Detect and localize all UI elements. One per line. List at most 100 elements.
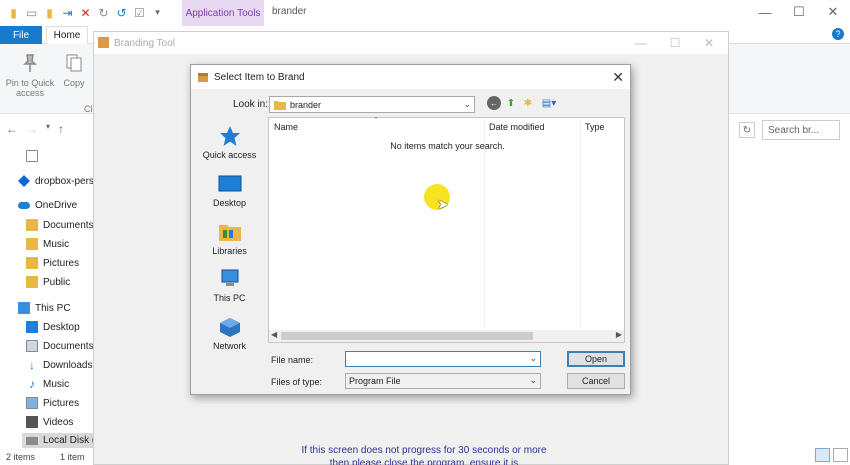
status-item-count: 2 items <box>6 452 36 462</box>
minimize-icon[interactable]: — <box>748 0 782 24</box>
minimize-icon[interactable]: — <box>624 35 658 51</box>
sidebar-item-downloads[interactable]: ↓ Downloads <box>26 359 92 371</box>
look-in-label: Look in: <box>233 99 269 110</box>
checkmark-icon[interactable]: ☑ <box>132 5 147 20</box>
place-network[interactable]: Network <box>197 316 262 351</box>
close-icon[interactable]: ✕ <box>692 35 726 51</box>
pin-icon <box>23 54 37 72</box>
folder-icon[interactable]: ▮ <box>6 5 21 20</box>
forward-arrow-icon[interactable]: → <box>26 122 38 136</box>
sidebar-item-label: Videos <box>43 416 74 428</box>
window-controls: — ☐ ✕ <box>624 35 726 51</box>
close-icon[interactable]: ✕ <box>612 69 624 86</box>
sidebar-item-dropbox[interactable]: dropbox-pers <box>18 175 94 187</box>
sidebar-item-label: Documents <box>43 340 94 352</box>
scroll-left-icon[interactable]: ◀ <box>271 330 277 339</box>
window-controls: — ☐ ✕ <box>748 0 850 24</box>
clipboard-group-label: Cl <box>84 104 93 114</box>
open-button[interactable]: Open <box>567 351 625 367</box>
customize-dropdown-icon[interactable]: ▾ <box>150 5 165 20</box>
recent-dropdown-icon[interactable]: ▾ <box>46 122 50 136</box>
sidebar-item-label: Music <box>43 238 70 250</box>
place-quick-access[interactable]: Quick access <box>197 125 262 160</box>
sidebar-item-label: This PC <box>35 302 71 314</box>
desktop-icon <box>26 321 38 333</box>
place-label: Network <box>212 341 246 351</box>
navigation-pane: dropbox-pers OneDrive Documents Music Pi… <box>0 144 102 448</box>
sidebar-item-documents[interactable]: Documents <box>26 219 94 231</box>
sidebar-item-pictures-pc[interactable]: Pictures <box>26 397 79 409</box>
cancel-button[interactable]: Cancel <box>567 373 625 389</box>
redo-icon[interactable]: ↻ <box>96 5 111 20</box>
new-folder-icon[interactable]: ▮ <box>42 5 57 20</box>
sidebar-item-onedrive[interactable]: OneDrive <box>18 200 77 211</box>
move-icon[interactable]: ⇥ <box>60 5 75 20</box>
branding-tool-titlebar: Branding Tool — ☐ ✕ <box>94 32 728 54</box>
file-icon <box>26 150 38 162</box>
disk-icon <box>26 436 38 445</box>
delete-icon[interactable]: ✕ <box>78 5 93 20</box>
details-view-icon[interactable] <box>815 448 830 462</box>
videos-icon <box>26 416 38 428</box>
refresh-icon[interactable]: ↻ <box>739 122 755 138</box>
tab-application-tools[interactable]: Application Tools <box>182 0 264 26</box>
tab-home[interactable]: Home <box>46 26 88 44</box>
files-of-type-select[interactable]: Program File ⌄ <box>345 373 541 389</box>
column-header-name[interactable]: Name <box>274 122 298 132</box>
horizontal-scrollbar[interactable]: ◀ ▶ <box>269 330 624 342</box>
sidebar-item-pictures[interactable]: Pictures <box>26 257 79 269</box>
file-name-input[interactable]: ⌄ <box>345 351 541 367</box>
files-of-type-value: Program File <box>349 376 401 386</box>
help-icon[interactable]: ? <box>832 28 844 40</box>
up-folder-icon[interactable]: ⬆ <box>504 96 518 110</box>
sidebar-item-this-pc[interactable]: This PC <box>18 302 71 314</box>
sidebar-item-public[interactable]: Public <box>26 276 70 288</box>
search-placeholder: Search br... <box>768 124 820 136</box>
folder-icon <box>26 238 38 250</box>
column-header-date[interactable]: Date modified <box>489 122 545 132</box>
file-name-label: File name: <box>271 355 314 365</box>
chevron-down-icon: ⌄ <box>529 375 537 385</box>
sidebar-item-music-pc[interactable]: ♪ Music <box>26 378 69 390</box>
scroll-right-icon[interactable]: ▶ <box>616 330 622 339</box>
pin-to-quick-access-button[interactable]: Pin to Quick access <box>4 52 56 98</box>
column-header-type[interactable]: Type <box>585 122 605 132</box>
copy-button[interactable]: Copy <box>60 52 88 88</box>
tab-file[interactable]: File <box>0 26 42 44</box>
star-icon <box>219 126 240 146</box>
sidebar-item-desktop[interactable]: Desktop <box>26 321 80 333</box>
sidebar-item-label: Pictures <box>43 397 80 409</box>
file-list[interactable]: ⌃ Name Date modified Type No items match… <box>268 117 625 343</box>
up-arrow-icon[interactable]: ↑ <box>58 122 64 136</box>
undo-icon[interactable]: ↺ <box>114 5 129 20</box>
back-arrow-icon[interactable]: ← <box>6 122 18 136</box>
large-icons-view-icon[interactable] <box>833 448 848 462</box>
maximize-icon[interactable]: ☐ <box>658 35 692 51</box>
sidebar-item-local-disk[interactable]: Local Disk (C <box>22 433 102 448</box>
search-input[interactable]: Search br... <box>762 120 840 140</box>
properties-icon[interactable]: ▭ <box>24 5 39 20</box>
view-menu-icon[interactable]: ▤▾ <box>538 96 560 110</box>
look-in-dropdown[interactable]: brander ⌄ <box>269 96 475 113</box>
new-folder-icon[interactable]: ✱ <box>521 96 535 110</box>
sort-indicator-icon: ⌃ <box>373 117 379 124</box>
sidebar-item-music[interactable]: Music <box>26 238 69 250</box>
music-icon: ♪ <box>29 377 35 391</box>
close-icon[interactable]: ✕ <box>816 0 850 24</box>
sidebar-item-videos[interactable]: Videos <box>26 416 73 428</box>
maximize-icon[interactable]: ☐ <box>782 0 816 24</box>
sidebar-item-label: Public <box>43 276 71 288</box>
sidebar-item-documents-pc[interactable]: Documents <box>26 340 94 352</box>
back-icon[interactable]: ← <box>487 96 501 110</box>
sidebar-item-blank[interactable] <box>26 150 38 162</box>
place-this-pc[interactable]: This PC <box>197 268 262 303</box>
chevron-down-icon[interactable]: ⌄ <box>529 353 537 364</box>
sidebar-item-label: Pictures <box>43 257 80 269</box>
place-desktop[interactable]: Desktop <box>197 173 262 208</box>
scrollbar-thumb[interactable] <box>281 332 533 340</box>
branding-tool-title: Branding Tool <box>114 38 175 49</box>
folder-icon <box>26 257 38 269</box>
mouse-pointer-icon: ➤ <box>437 196 449 212</box>
dialog-toolbar: ← ⬆ ✱ ▤▾ <box>487 96 560 110</box>
place-libraries[interactable]: Libraries <box>197 221 262 256</box>
